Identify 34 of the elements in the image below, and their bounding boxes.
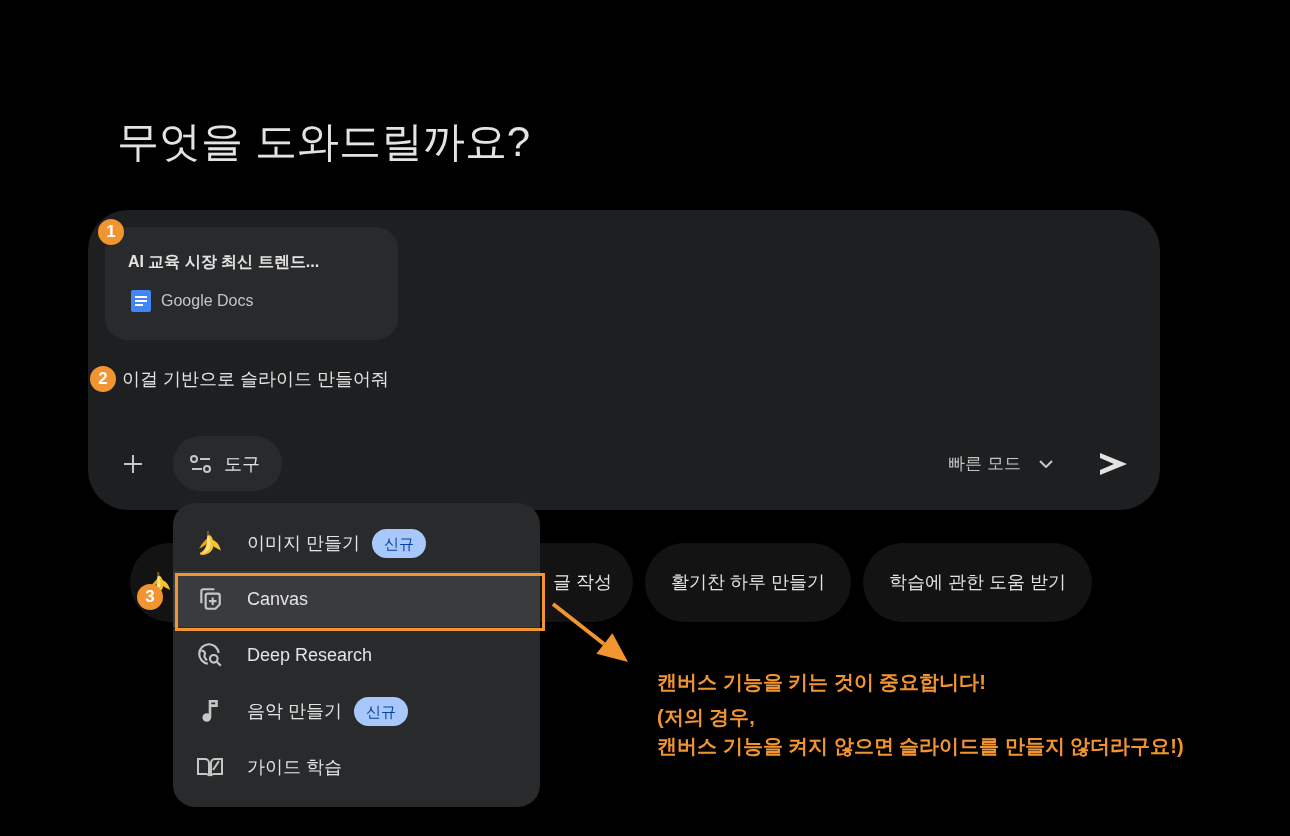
- menu-item[interactable]: Canvas: [173, 571, 540, 627]
- globe-search-icon: [197, 642, 223, 668]
- attachment-title: AI 교육 시장 최신 트렌드...: [128, 252, 320, 272]
- document-icon: [131, 290, 151, 312]
- page-heading: 무엇을 도와드릴까요?: [117, 117, 531, 167]
- annotation-text: 캔버스 기능을 켜지 않으면 슬라이드를 만들지 않더라구요!): [657, 734, 1184, 759]
- menu-item[interactable]: 이미지 만들기 신규: [173, 515, 540, 571]
- tools-button[interactable]: 도구: [173, 436, 282, 491]
- suggestion-chip[interactable]: 활기찬 하루 만들기: [645, 543, 851, 622]
- new-badge: 신규: [372, 528, 426, 558]
- menu-item-label: 가이드 학습: [247, 756, 342, 779]
- new-badge: 신규: [354, 696, 408, 726]
- send-button[interactable]: [1099, 451, 1127, 476]
- banana-icon: [197, 530, 223, 556]
- menu-item-label: Canvas: [247, 588, 309, 611]
- suggestion-chip[interactable]: 글 작성: [540, 543, 633, 622]
- menu-item-label: Deep Research: [247, 644, 373, 667]
- prompt-text: 이걸 기반으로 슬라이드 만들어줘: [122, 368, 389, 391]
- plus-icon: [123, 453, 143, 474]
- annotation-text: 캔버스 기능을 키는 것이 중요합니다!: [657, 670, 986, 695]
- menu-item[interactable]: 가이드 학습: [173, 739, 540, 795]
- add-button[interactable]: [123, 453, 143, 474]
- chevron-down-icon: [1039, 459, 1053, 468]
- mode-dropdown[interactable]: 빠른 모드: [940, 439, 1061, 488]
- menu-item[interactable]: Deep Research: [173, 627, 540, 683]
- menu-item-label: 이미지 만들기: [247, 532, 360, 555]
- attachment-source: Google Docs: [161, 291, 254, 311]
- menu-item-label: 음악 만들기: [247, 700, 342, 723]
- tune-icon: [190, 453, 212, 474]
- stacked-plus-icon: [197, 586, 223, 612]
- send-icon: [1099, 452, 1127, 475]
- annotation-text: (저의 경우,: [657, 705, 755, 730]
- suggestion-chip[interactable]: 학습에 관한 도움 받기: [863, 543, 1093, 622]
- menu-item[interactable]: 음악 만들기 신규: [173, 683, 540, 739]
